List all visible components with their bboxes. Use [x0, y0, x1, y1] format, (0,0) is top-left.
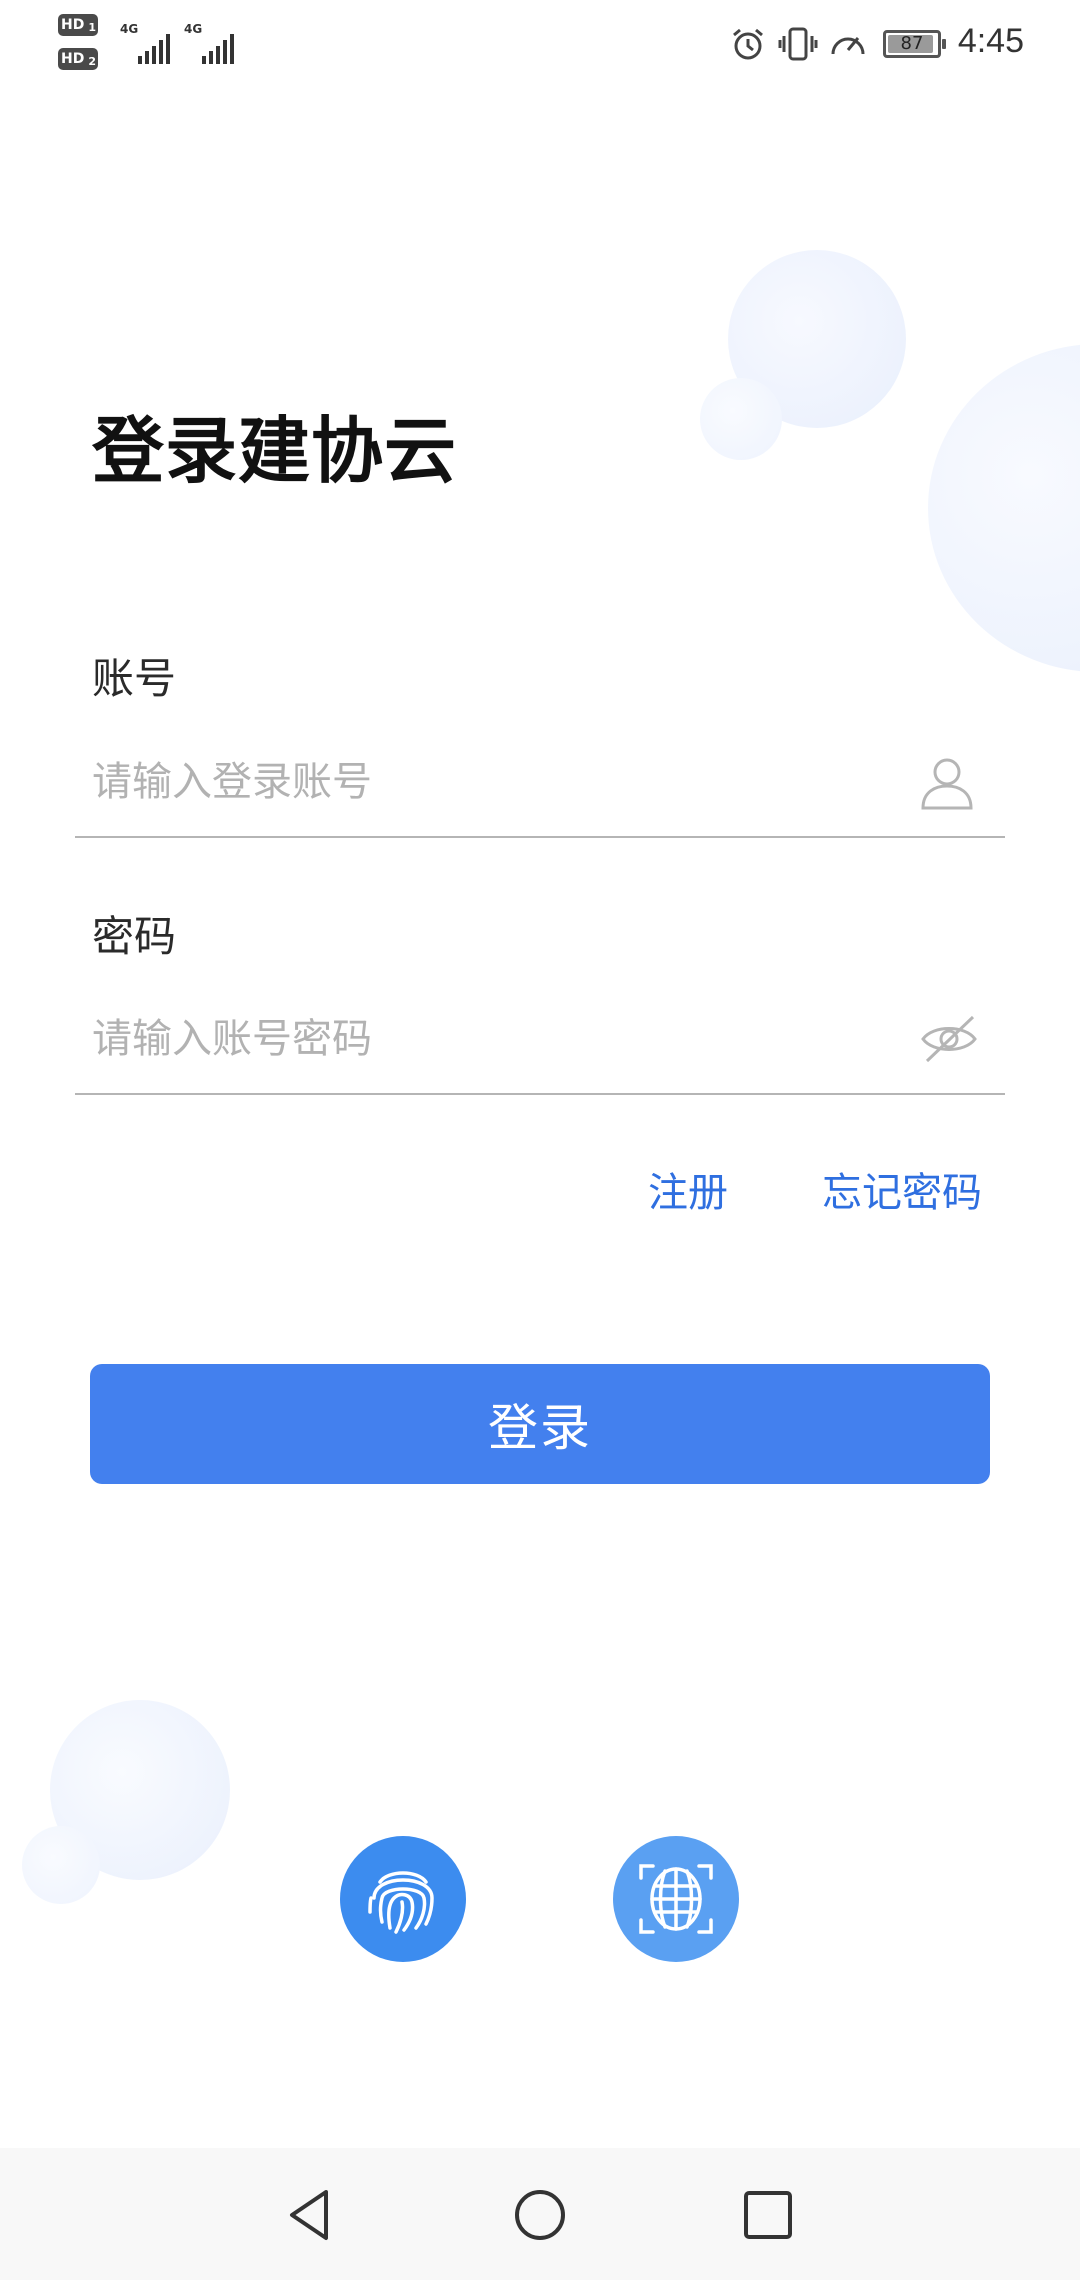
password-row [75, 983, 1005, 1095]
face-scan-icon [639, 1864, 713, 1934]
decor-bubble [700, 378, 782, 460]
home-icon[interactable] [511, 2186, 569, 2244]
hd-badge-sim2: HD 2 [58, 48, 98, 70]
account-label: 账号 [92, 654, 177, 703]
hd-badge-sim1: HD 1 [58, 14, 98, 36]
eye-off-icon[interactable] [917, 1009, 981, 1069]
account-row [75, 726, 1005, 838]
fingerprint-login-button[interactable] [340, 1836, 466, 1962]
alarm-icon [733, 28, 763, 60]
login-button[interactable]: 登录 [90, 1364, 990, 1484]
recent-apps-icon[interactable] [739, 2186, 797, 2244]
sim-index: 1 [88, 21, 96, 34]
vibrate-icon [778, 27, 818, 61]
account-input[interactable] [92, 726, 912, 838]
password-input[interactable] [92, 983, 912, 1095]
hd-label: HD [61, 51, 85, 67]
decor-bubble [22, 1826, 100, 1904]
status-time: 4:45 [957, 22, 1024, 60]
password-label: 密码 [92, 912, 177, 961]
register-link[interactable]: 注册 [648, 1160, 728, 1218]
battery-percent: 87 [900, 33, 924, 54]
sim-index: 2 [88, 55, 96, 68]
network-type: 4G [120, 22, 139, 36]
status-bar: HD 1 HD 2 4G 4G 87 4:45 [0, 0, 1080, 96]
hd-label: HD [61, 17, 85, 33]
forgot-password-link[interactable]: 忘记密码 [822, 1160, 982, 1218]
fingerprint-icon [368, 1871, 434, 1934]
face-login-button[interactable] [613, 1836, 739, 1962]
back-icon[interactable] [282, 2186, 340, 2244]
login-screen: HD 1 HD 2 4G 4G 87 4:45 登录建协云 账号 请输入登录账号… [0, 0, 1080, 2280]
user-icon [921, 758, 973, 810]
system-nav-bar [0, 2148, 1080, 2280]
page-title: 登录建协云 [92, 409, 458, 493]
network-type: 4G [184, 22, 203, 36]
speed-icon [831, 37, 865, 55]
decor-bubble [928, 344, 1080, 672]
battery-icon: 87 [883, 30, 946, 58]
